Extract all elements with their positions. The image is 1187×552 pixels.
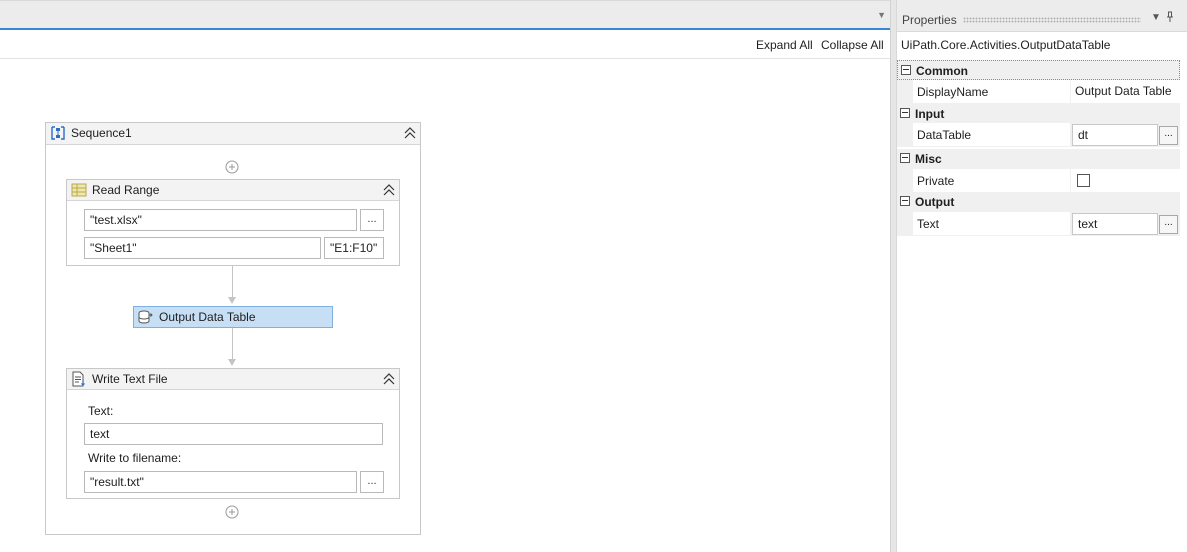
flow-arrow-icon [228,297,236,304]
category-label: Misc [915,152,942,166]
collapse-category-icon[interactable] [900,196,910,206]
read-range-activity[interactable]: Read Range "test.xlsx" ... "Sheet1" "E1:… [66,179,400,266]
browse-workbook-button[interactable]: ... [360,209,384,231]
designer-toolbar: Expand All Collapse All [0,30,890,59]
flow-connector [232,266,233,298]
collapse-icon[interactable] [382,182,396,198]
tab-dropdown-icon[interactable]: ▼ [877,10,886,20]
property-name: DataTable [913,123,1070,147]
add-activity-icon[interactable] [225,160,239,174]
collapse-category-icon[interactable] [900,108,910,118]
write-text-file-icon [72,371,85,387]
filename-input[interactable]: "result.txt" [84,471,357,493]
category-label: Common [916,64,968,78]
collapse-icon[interactable] [403,125,417,141]
write-text-file-activity[interactable]: Write Text File Text: text Write to file… [66,368,400,499]
property-name: DisplayName [913,80,1070,104]
properties-header: Properties ▼ [897,0,1187,32]
property-name: Private [913,169,1070,193]
output-data-table-title: Output Data Table [159,310,256,324]
pin-icon[interactable] [1165,11,1175,23]
workflow-designer: ▼ Expand All Collapse All Sequence1 Read… [0,0,890,552]
property-row-private: Private [897,169,1180,193]
flow-connector [232,328,233,360]
category-label: Input [915,107,945,121]
text-input[interactable]: text [84,423,383,445]
property-row-datatable: DataTable dt ... [897,123,1180,147]
properties-title: Properties [902,13,957,27]
selected-type-name: UiPath.Core.Activities.OutputDataTable [901,38,1111,52]
sheet-name-input[interactable]: "Sheet1" [84,237,321,259]
read-range-title: Read Range [92,183,160,197]
category-label: Output [915,195,955,209]
filename-label: Write to filename: [88,451,182,465]
sequence-header[interactable]: Sequence1 [46,123,420,145]
collapse-category-icon[interactable] [901,65,911,75]
dropdown-icon[interactable]: ▼ [1151,12,1161,23]
read-range-header[interactable]: Read Range [67,180,399,201]
text-value-input[interactable]: text [1072,213,1158,235]
private-checkbox[interactable] [1077,174,1090,187]
sequence-title: Sequence1 [71,126,132,140]
sequence-icon [51,126,65,140]
category-misc[interactable]: Misc [897,149,1180,169]
collapse-icon[interactable] [382,371,396,387]
panel-grip[interactable] [963,17,1141,23]
write-text-file-header[interactable]: Write Text File [67,369,399,390]
add-activity-icon[interactable] [225,505,239,519]
expand-all-button[interactable]: Expand All [756,38,813,52]
range-input[interactable]: "E1:F10" [324,237,384,259]
browse-filename-button[interactable]: ... [360,471,384,493]
datatable-browse-button[interactable]: ... [1159,126,1178,145]
category-common[interactable]: Common [897,60,1180,80]
collapse-all-button[interactable]: Collapse All [821,38,884,52]
output-data-table-activity[interactable]: Output Data Table [133,306,333,328]
category-input[interactable]: Input [897,104,1180,124]
workbook-path-input[interactable]: "test.xlsx" [84,209,357,231]
flow-arrow-icon [228,359,236,366]
read-range-icon [71,183,87,197]
write-text-file-title: Write Text File [92,372,168,386]
text-label: Text: [88,404,114,418]
property-row-text: Text text ... [897,212,1180,236]
document-tab-strip: ▼ [0,0,890,30]
property-row-displayname: DisplayName Output Data Table [897,80,1180,104]
properties-panel: Properties ▼ UiPath.Core.Activities.Outp… [896,0,1187,552]
datatable-value-input[interactable]: dt [1072,124,1158,146]
category-output[interactable]: Output [897,192,1180,212]
text-browse-button[interactable]: ... [1159,215,1178,234]
output-data-table-icon [138,310,153,324]
displayname-value[interactable]: Output Data Table [1071,80,1180,104]
property-name: Text [913,212,1070,236]
collapse-category-icon[interactable] [900,153,910,163]
